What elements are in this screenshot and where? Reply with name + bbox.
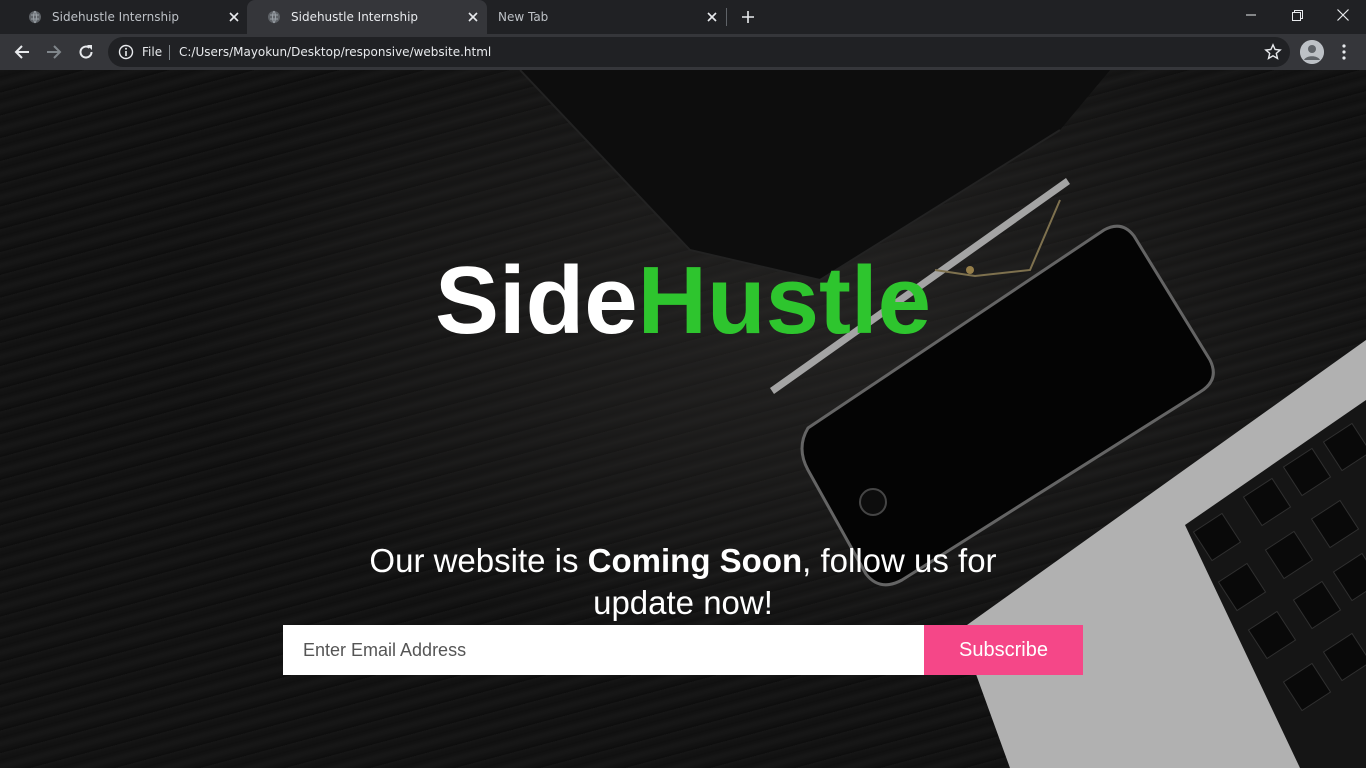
brand-word-side: Side xyxy=(434,247,638,354)
tab-divider xyxy=(726,8,727,26)
info-icon[interactable] xyxy=(118,44,134,60)
restore-button[interactable] xyxy=(1274,0,1320,30)
tab-strip: Sidehustle Internship Sidehustle Interns… xyxy=(0,0,1366,34)
plus-icon xyxy=(742,11,754,23)
email-input[interactable] xyxy=(283,625,924,675)
tagline-emphasis: Coming Soon xyxy=(587,542,803,579)
restore-icon xyxy=(1291,9,1303,21)
globe-icon xyxy=(29,10,41,24)
back-button[interactable] xyxy=(8,38,36,66)
subscribe-form: Subscribe xyxy=(283,625,1083,675)
address-bar[interactable]: File C:/Users/Mayokun/Desktop/responsive… xyxy=(108,37,1290,67)
page-viewport: SideHustle Our website is Coming Soon, f… xyxy=(0,70,1366,768)
tab-title: Sidehustle Internship xyxy=(52,10,180,24)
brand-word-hustle: Hustle xyxy=(637,247,932,354)
tagline-before: Our website is xyxy=(369,542,588,579)
tab-title: Sidehustle Internship xyxy=(291,10,419,24)
forward-button[interactable] xyxy=(40,38,68,66)
address-divider xyxy=(169,45,170,60)
minimize-button[interactable] xyxy=(1228,0,1274,30)
tab-sidehustle-2[interactable]: Sidehustle Internship xyxy=(247,0,487,34)
new-tab-button[interactable] xyxy=(737,6,759,28)
address-url[interactable]: C:/Users/Mayokun/Desktop/responsive/webs… xyxy=(179,45,491,59)
back-icon xyxy=(14,45,29,59)
reload-button[interactable] xyxy=(72,38,100,66)
window-close-icon xyxy=(1337,9,1349,21)
minimize-icon xyxy=(1246,14,1256,16)
tab-title: New Tab xyxy=(498,10,549,24)
subscribe-button[interactable]: Subscribe xyxy=(924,625,1083,675)
close-icon[interactable] xyxy=(704,9,720,25)
brand-logo-heading: SideHustle xyxy=(0,246,1366,356)
avatar-icon[interactable] xyxy=(1300,40,1324,64)
window-close-button[interactable] xyxy=(1320,0,1366,30)
kebab-menu-icon[interactable] xyxy=(1334,40,1354,64)
globe-icon xyxy=(268,10,280,24)
close-icon[interactable] xyxy=(226,9,242,25)
coming-soon-tagline: Our website is Coming Soon, follow us fo… xyxy=(333,540,1033,624)
tab-new-tab[interactable]: New Tab xyxy=(478,0,726,34)
star-icon[interactable] xyxy=(1264,43,1282,61)
reload-icon xyxy=(79,45,93,59)
tab-sidehustle-1[interactable]: Sidehustle Internship xyxy=(8,0,248,34)
forward-icon xyxy=(47,45,62,59)
browser-toolbar: File C:/Users/Mayokun/Desktop/responsive… xyxy=(0,34,1366,70)
address-scheme-label: File xyxy=(142,45,163,59)
